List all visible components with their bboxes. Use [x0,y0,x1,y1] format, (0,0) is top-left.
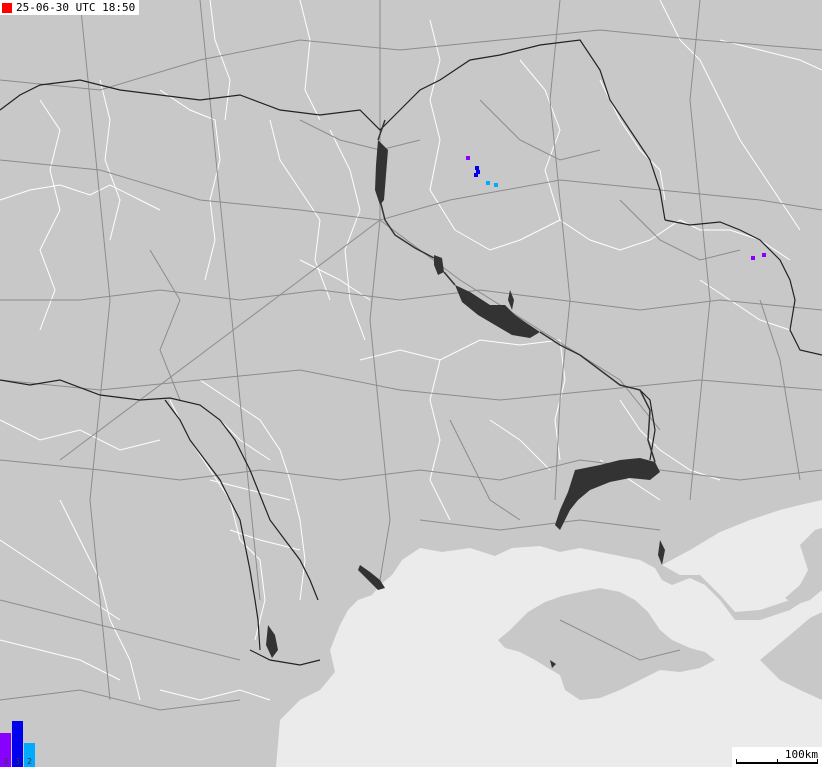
lightning-strike-recent [474,173,478,177]
timestamp-text: 25-06-30 UTC 18:50 [16,1,136,14]
lightning-map[interactable] [0,0,822,767]
scale-tick-left [736,759,737,764]
histogram-label-middle: 3 [14,757,21,766]
histogram-label-oldest: 3 [2,757,9,766]
lightning-strike-newest [494,183,498,187]
lightning-strike-old [466,156,470,160]
scale-label: 100km [784,748,818,761]
strike-histogram: 3 3 2 [0,717,40,767]
scale-tick-mid [777,759,778,764]
lightning-strike-old [751,256,755,260]
timestamp-badge: 25-06-30 UTC 18:50 [0,0,140,15]
lightning-strike-newest [486,181,490,185]
lightning-strike-old [762,253,766,257]
lightning-strike-recent [475,166,479,170]
live-indicator-icon [2,2,12,13]
histogram-label-newest: 2 [26,757,33,766]
scale-bar: 100km [732,747,822,767]
scale-tick-right [817,759,818,764]
